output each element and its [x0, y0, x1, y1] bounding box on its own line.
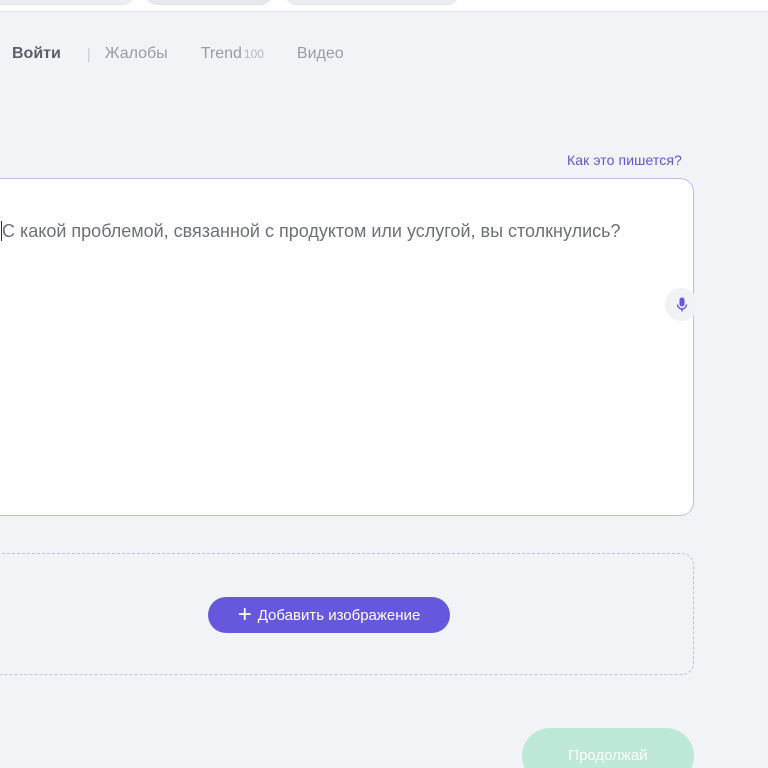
- nav-item-trend-label: Trend: [200, 45, 242, 62]
- trend-count: 100: [243, 47, 264, 61]
- top-pill-1[interactable]: [0, 0, 135, 5]
- top-bar: [0, 0, 768, 12]
- complaint-form-page: Войти | Жалобы Trend 100 Видео Как это пи…: [0, 0, 768, 768]
- top-pill-2[interactable]: [144, 0, 274, 5]
- nav-item-video[interactable]: Видео: [297, 45, 344, 63]
- microphone-button[interactable]: [665, 288, 698, 321]
- continue-label: Продолжай: [568, 747, 648, 764]
- nav-item-trend[interactable]: Trend 100: [201, 45, 264, 63]
- add-image-label: Добавить изображение: [257, 606, 421, 624]
- nav-separator: |: [86, 45, 91, 63]
- complaint-textarea[interactable]: С какой проблемой, связанной с продуктом…: [0, 178, 694, 516]
- howto-link[interactable]: Как это пишется?: [567, 152, 682, 168]
- top-pill-3[interactable]: [284, 0, 460, 5]
- main-nav: Войти | Жалобы Trend 100 Видео: [12, 44, 344, 64]
- microphone-icon: [676, 297, 687, 311]
- add-image-button[interactable]: + Добавить изображение: [208, 597, 450, 633]
- continue-button[interactable]: Продолжай: [522, 728, 694, 768]
- plus-icon: +: [237, 601, 252, 628]
- textarea-placeholder: С какой проблемой, связанной с продуктом…: [2, 221, 621, 241]
- nav-item-complaints[interactable]: Жалобы: [105, 45, 168, 63]
- login-link[interactable]: Войти: [12, 45, 61, 63]
